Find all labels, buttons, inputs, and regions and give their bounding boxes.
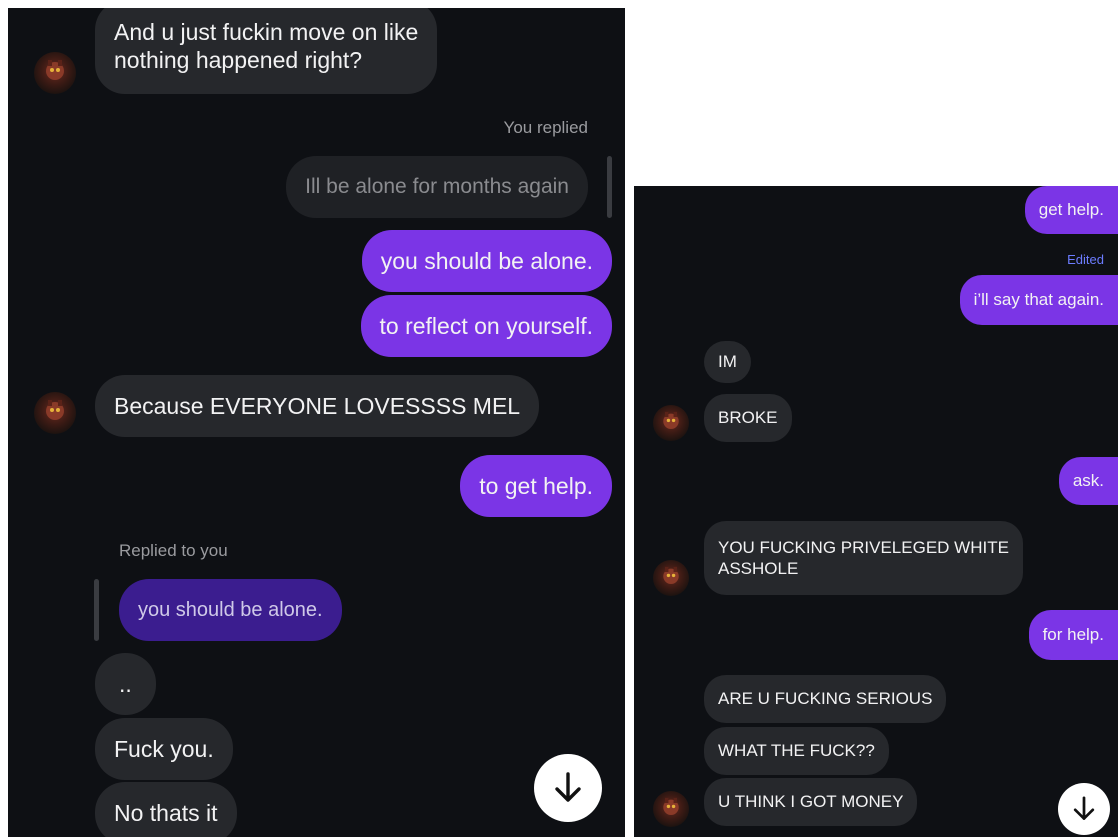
received-message[interactable]: No thats it [95, 782, 237, 837]
received-message[interactable]: WHAT THE FUCK?? [704, 727, 889, 775]
sender-avatar[interactable] [653, 560, 689, 596]
sender-avatar[interactable] [34, 52, 76, 94]
sent-message[interactable]: ask. [1058, 457, 1118, 505]
sent-message[interactable]: i’ll say that again. [959, 275, 1118, 325]
arrow-down-icon [1073, 796, 1095, 820]
scroll-to-bottom-button[interactable] [1058, 783, 1110, 835]
received-message[interactable]: Fuck you. [95, 718, 233, 780]
received-message[interactable]: Because EVERYONE LOVESSSS MEL [95, 375, 540, 437]
scroll-to-bottom-button[interactable] [534, 754, 602, 822]
edited-label: Edited [1067, 252, 1104, 267]
replied-to-you-label: Replied to you [119, 541, 228, 560]
received-message[interactable]: YOU FUCKING PRIVELEGED WHITE ASSHOLE [704, 521, 1023, 595]
reply-quote-message[interactable]: you should be alone. [119, 579, 342, 641]
sender-avatar[interactable] [653, 791, 689, 827]
sent-message[interactable]: to reflect on yourself. [360, 295, 612, 357]
replied-to-message[interactable]: Ill be alone for months again [286, 156, 588, 218]
received-message[interactable]: U THINK I GOT MONEY [704, 778, 918, 826]
sent-message[interactable]: for help. [1028, 610, 1118, 660]
received-message[interactable]: IM [704, 341, 751, 383]
sender-avatar[interactable] [653, 405, 689, 441]
reply-quote-bar [94, 579, 99, 641]
sender-avatar[interactable] [34, 392, 76, 434]
received-message[interactable]: And u just fuckin move on like nothing h… [95, 8, 438, 94]
sent-message[interactable]: you should be alone. [361, 230, 612, 292]
sent-message[interactable]: to get help. [460, 455, 612, 517]
received-message[interactable]: .. [95, 653, 156, 715]
received-message[interactable]: ARE U FUCKING SERIOUS [704, 675, 947, 723]
reply-quote-bar [607, 156, 612, 218]
chat-panel-left[interactable]: And u just fuckin move on like nothing h… [8, 8, 625, 837]
received-message[interactable]: BROKE [704, 394, 792, 442]
sent-message[interactable]: get help. [1024, 186, 1118, 234]
chat-panel-right[interactable]: get help. Edited i’ll say that again. IM… [634, 186, 1118, 837]
arrow-down-icon [555, 772, 581, 802]
you-replied-label: You replied [503, 118, 588, 137]
